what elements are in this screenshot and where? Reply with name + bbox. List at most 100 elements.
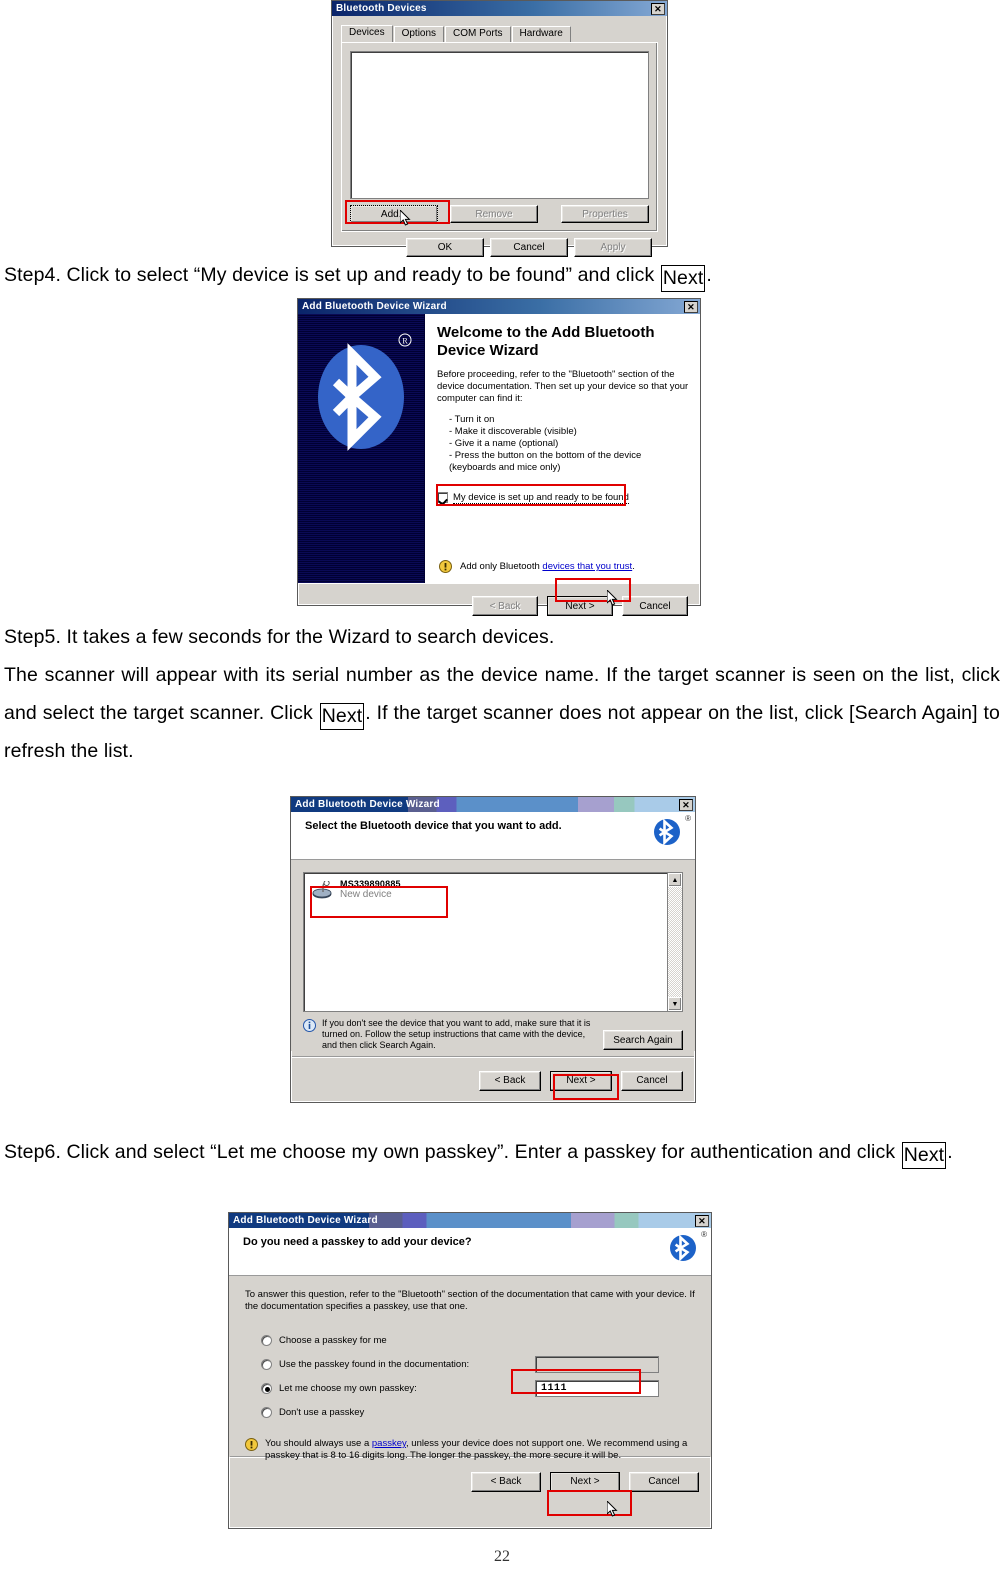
step4-text-suffix: . bbox=[706, 264, 712, 286]
page-number: 22 bbox=[494, 1548, 510, 1565]
passkey-option-none[interactable]: Don't use a passkey bbox=[261, 1400, 695, 1424]
search-hint-row: If you don't see the device that you wan… bbox=[303, 1018, 683, 1051]
radio-no-passkey[interactable] bbox=[261, 1406, 272, 1418]
dialog-footer: OK Cancel Apply bbox=[337, 232, 662, 257]
mouse-cursor-icon bbox=[607, 590, 618, 606]
setup-bullet-list: - Turn it on - Make it discoverable (vis… bbox=[449, 414, 690, 474]
bluetooth-devices-dialog: Bluetooth Devices ✕ Devices Options COM … bbox=[331, 0, 668, 257]
passkey-heading: Do you need a passkey to add your device… bbox=[243, 1236, 472, 1248]
add-bluetooth-device-wizard-welcome-dialog: Add Bluetooth Device Wizard ✕ R Welcome … bbox=[297, 298, 701, 616]
next-button[interactable]: Next > bbox=[550, 1070, 612, 1091]
close-icon[interactable]: ✕ bbox=[684, 300, 698, 313]
passkey-link[interactable]: passkey bbox=[372, 1438, 406, 1449]
scanner-device-icon bbox=[312, 880, 332, 898]
wizard-footer: < Back Next > Cancel bbox=[229, 1457, 711, 1497]
next-button[interactable]: Next > bbox=[547, 596, 613, 616]
dialog-titlebar[interactable]: Bluetooth Devices ✕ bbox=[332, 1, 667, 16]
search-again-button[interactable]: Search Again bbox=[603, 1030, 683, 1050]
dialog-title: Add Bluetooth Device Wizard bbox=[302, 301, 447, 312]
tab-options[interactable]: Options bbox=[393, 26, 445, 42]
close-icon[interactable]: ✕ bbox=[695, 1214, 709, 1227]
tab-strip: Devices Options COM Ports Hardware bbox=[341, 25, 662, 42]
advice-prefix: You should always use a bbox=[265, 1438, 372, 1449]
step5-line1: Step5. It takes a few seconds for the Wi… bbox=[4, 626, 555, 648]
step5-line2: The scanner will appear with its serial … bbox=[4, 656, 1000, 770]
wizard-body: MS339890885 New device ▲ ▼ If you don't … bbox=[291, 860, 695, 1051]
registered-trademark-icon: ® bbox=[701, 1230, 707, 1239]
bluetooth-logo-icon bbox=[318, 343, 404, 451]
bullet-item: - Make it discoverable (visible) bbox=[449, 426, 577, 437]
devices-button-row: Add... Remove Properties bbox=[350, 205, 649, 223]
ok-button[interactable]: OK bbox=[406, 238, 484, 257]
step6-text-suffix: . bbox=[947, 1141, 953, 1163]
device-listbox[interactable]: MS339890885 New device ▲ ▼ bbox=[303, 872, 683, 1012]
passkey-option-from-documentation[interactable]: Use the passkey found in the documentati… bbox=[261, 1352, 695, 1376]
passkey-option-label: Don't use a passkey bbox=[279, 1406, 365, 1418]
scroll-up-icon[interactable]: ▲ bbox=[668, 873, 682, 887]
device-status: New device bbox=[340, 889, 392, 900]
close-icon[interactable]: ✕ bbox=[651, 2, 665, 15]
add-button[interactable]: Add... bbox=[350, 205, 438, 223]
svg-text:R: R bbox=[402, 337, 408, 346]
passkey-documentation-input[interactable] bbox=[535, 1355, 659, 1373]
devices-tab-pane: Add... Remove Properties bbox=[341, 42, 658, 232]
wizard-content: Welcome to the Add Bluetooth Device Wiza… bbox=[425, 314, 700, 583]
cancel-button[interactable]: Cancel bbox=[490, 238, 568, 257]
wizard-footer: < Back Next > Cancel bbox=[298, 583, 700, 620]
welcome-paragraph: Before proceeding, refer to the "Bluetoo… bbox=[437, 369, 689, 404]
step6-text-prefix: Step6. Click and select “Let me choose m… bbox=[4, 1141, 901, 1163]
passkey-advice-text: You should always use a passkey, unless … bbox=[265, 1438, 695, 1462]
cancel-button[interactable]: Cancel bbox=[622, 596, 688, 616]
tab-hardware[interactable]: Hardware bbox=[511, 26, 571, 42]
wizard-header: Select the Bluetooth device that you wan… bbox=[291, 812, 695, 860]
cancel-button[interactable]: Cancel bbox=[629, 1471, 699, 1492]
passkey-intro-text: To answer this question, refer to the "B… bbox=[245, 1289, 695, 1312]
dialog-titlebar[interactable]: Add Bluetooth Device Wizard ✕ bbox=[229, 1213, 711, 1228]
list-item[interactable]: MS339890885 New device bbox=[308, 877, 663, 902]
select-device-content: MS339890885 New device ▲ ▼ If you don't … bbox=[291, 860, 695, 1051]
scroll-down-icon[interactable]: ▼ bbox=[668, 997, 682, 1011]
radio-from-documentation[interactable] bbox=[261, 1358, 272, 1370]
passkey-input[interactable]: 1111 bbox=[535, 1379, 659, 1397]
bluetooth-banner-panel: R bbox=[298, 314, 425, 583]
passkey-options: Choose a passkey for me Use the passkey … bbox=[261, 1328, 695, 1424]
back-button[interactable]: < Back bbox=[471, 1471, 541, 1492]
dialog-title: Add Bluetooth Device Wizard bbox=[295, 799, 440, 810]
bullet-item: - Press the button on the bottom of the … bbox=[449, 450, 642, 461]
step6-paragraph: Step6. Click and select “Let me choose m… bbox=[4, 1133, 1000, 1171]
radio-own-passkey[interactable] bbox=[261, 1382, 272, 1394]
device-ready-checkbox-row[interactable]: My device is set up and ready to be foun… bbox=[437, 492, 690, 504]
info-icon bbox=[303, 1019, 316, 1032]
dialog-titlebar[interactable]: Add Bluetooth Device Wizard ✕ bbox=[298, 299, 700, 314]
passkey-option-choose-for-me[interactable]: Choose a passkey for me bbox=[261, 1328, 695, 1352]
dialog-titlebar[interactable]: Add Bluetooth Device Wizard ✕ bbox=[291, 797, 695, 812]
dialog-body: Devices Options COM Ports Hardware Add..… bbox=[332, 16, 667, 262]
warning-shield-icon bbox=[245, 1438, 258, 1451]
close-icon[interactable]: ✕ bbox=[679, 798, 693, 811]
passkey-content: To answer this question, refer to the "B… bbox=[229, 1276, 711, 1462]
tab-devices[interactable]: Devices bbox=[341, 25, 393, 42]
scrollbar-track[interactable] bbox=[668, 887, 682, 997]
bullet-item: (keyboards and mice only) bbox=[449, 462, 561, 473]
step5-paragraph: Step5. It takes a few seconds for the Wi… bbox=[4, 618, 1000, 770]
cancel-button[interactable]: Cancel bbox=[621, 1070, 683, 1091]
warning-shield-icon bbox=[439, 560, 452, 573]
add-bluetooth-device-wizard-passkey-dialog: Add Bluetooth Device Wizard ✕ Do you nee… bbox=[228, 1212, 712, 1529]
back-button[interactable]: < Back bbox=[479, 1070, 541, 1091]
bluetooth-logo-icon bbox=[654, 818, 680, 846]
device-ready-checkbox[interactable] bbox=[437, 492, 448, 503]
dialog-title: Add Bluetooth Device Wizard bbox=[233, 1215, 378, 1226]
mouse-cursor-icon bbox=[607, 1501, 618, 1517]
tab-com-ports[interactable]: COM Ports bbox=[445, 26, 511, 42]
devices-listbox[interactable] bbox=[350, 51, 649, 199]
passkey-option-own-passkey[interactable]: Let me choose my own passkey: 1111 bbox=[261, 1376, 695, 1400]
passkey-option-label: Let me choose my own passkey: bbox=[279, 1382, 417, 1394]
next-button[interactable]: Next > bbox=[550, 1471, 620, 1492]
radio-choose-for-me[interactable] bbox=[261, 1334, 272, 1346]
trusted-devices-link[interactable]: devices that you trust bbox=[542, 561, 632, 572]
step4-text-prefix: Step4. Click to select “My device is set… bbox=[4, 264, 660, 286]
apply-button: Apply bbox=[574, 238, 652, 257]
listbox-scrollbar[interactable]: ▲ ▼ bbox=[667, 873, 682, 1011]
passkey-option-label: Choose a passkey for me bbox=[279, 1334, 387, 1346]
step4-next-box: Next bbox=[660, 265, 706, 292]
